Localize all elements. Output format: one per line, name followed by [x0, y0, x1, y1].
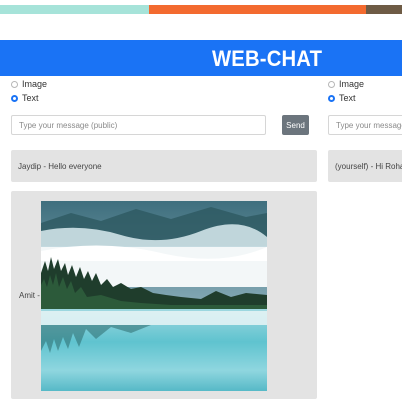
radio-circle-image-right[interactable] [328, 80, 335, 88]
message-input-left[interactable]: Type your message (public) [11, 115, 266, 135]
radio-text-left[interactable]: Text [11, 92, 39, 104]
radio-image-left[interactable]: Image [11, 78, 47, 90]
radio-label-text-right: Text [339, 93, 356, 103]
image-message: Amit - [11, 191, 317, 399]
message-item: Jaydip - Hello everyone [11, 150, 317, 182]
message-text-right: (yourself) - Hi Rohan [335, 162, 402, 171]
radio-label-text-left: Text [22, 93, 39, 103]
message-item-right: (yourself) - Hi Rohan [328, 150, 402, 182]
radio-label-image-right: Image [339, 79, 365, 89]
top-bar-teal-segment [0, 5, 149, 14]
radio-circle-image-left[interactable] [11, 80, 18, 88]
radio-circle-text-right[interactable] [328, 94, 335, 102]
image-message-sender: Amit - [19, 291, 40, 300]
send-button[interactable]: Send [282, 115, 309, 135]
top-bar-brown-segment [366, 5, 402, 14]
radio-text-right[interactable]: Text [328, 92, 356, 104]
top-bar-orange-segment [149, 5, 366, 14]
radio-image-right[interactable]: Image [328, 78, 364, 90]
message-input-right[interactable]: Type your message (p [328, 115, 402, 135]
top-color-bar [0, 5, 402, 14]
radio-circle-text-left[interactable] [11, 94, 18, 102]
app-header: WEB-CHAT [0, 40, 402, 76]
message-text: Jaydip - Hello everyone [18, 162, 102, 171]
app-title: WEB-CHAT [212, 46, 323, 71]
radio-label-image-left: Image [22, 79, 48, 89]
landscape-photo-icon[interactable] [41, 201, 267, 391]
